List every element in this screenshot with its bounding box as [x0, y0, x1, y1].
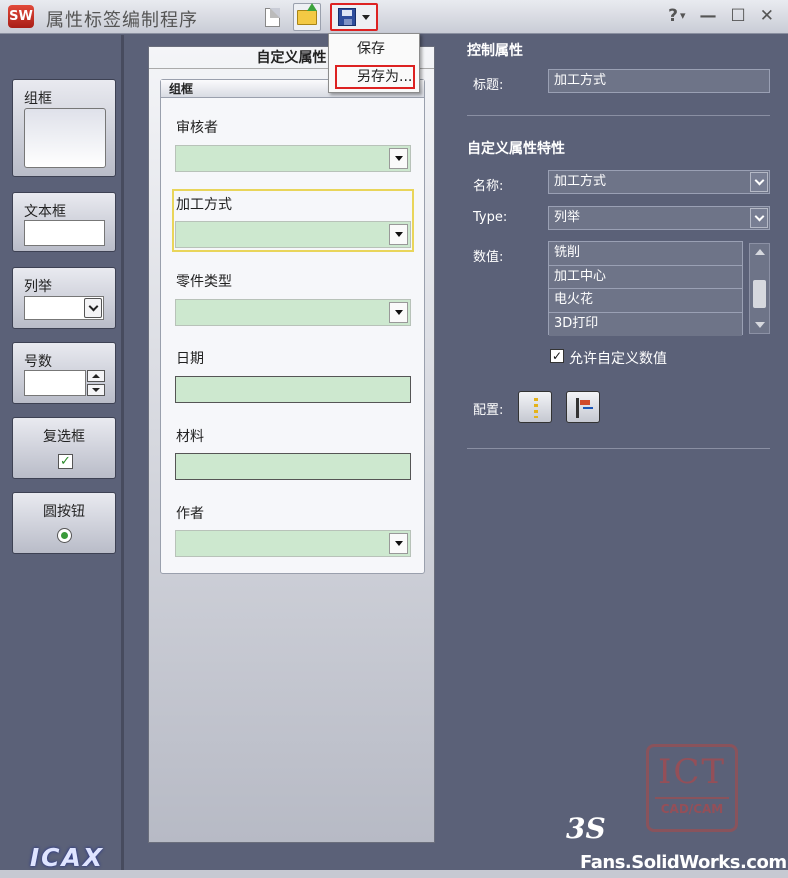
field-material-input[interactable] [175, 453, 411, 480]
custom-property-title: 自定义属性特性 [467, 141, 565, 157]
list-item[interactable]: 电火花 [549, 289, 742, 313]
scroll-down-icon[interactable] [755, 322, 765, 328]
values-list[interactable]: 铣削 加工中心 电火花 3D打印 [548, 241, 743, 336]
toolbox-groupbox[interactable]: 组框 [12, 79, 116, 177]
list-item[interactable]: 3D打印 [549, 312, 742, 336]
arrow-icon [583, 407, 593, 409]
ict-watermark: ICT CAD/CAM [646, 744, 738, 832]
config-label: 配置: [473, 403, 504, 418]
field-author-combo[interactable] [175, 530, 411, 557]
field-label-reviewer: 审核者 [176, 120, 218, 136]
toolbox-radio-label: 圆按钮 [43, 504, 85, 520]
toolbox-textbox-label: 文本框 [24, 204, 66, 220]
scroll-up-icon[interactable] [755, 249, 765, 255]
chevron-down-icon [394, 310, 403, 315]
solidworks-logo: 3S [566, 812, 606, 845]
config-vertical-button[interactable] [518, 391, 552, 423]
toolbox-checkbox[interactable]: 复选框 ✓ [12, 417, 116, 479]
toolbox-radio[interactable]: 圆按钮 [12, 492, 116, 554]
title-bar: SW 属性标签编制程序 ? ▾ — ☐ ✕ [0, 0, 788, 34]
field-label-date: 日期 [176, 351, 204, 367]
icax-logo: ICAX [8, 828, 126, 872]
control-properties-title: 控制属性 [467, 43, 523, 59]
help-button[interactable]: ? [668, 6, 678, 26]
field-label-author: 作者 [176, 506, 204, 522]
caption-input[interactable]: 加工方式 [548, 69, 770, 93]
open-button[interactable] [293, 2, 321, 31]
type-label: Type: [473, 210, 508, 225]
toolbox-textbox[interactable]: 文本框 [12, 192, 116, 252]
save-menu: 保存 另存为... [328, 33, 420, 93]
toolbox-enum-label: 列举 [24, 279, 52, 295]
app-logo-icon: SW [8, 5, 34, 28]
allow-custom-label: 允许自定义数值 [569, 351, 667, 367]
allow-custom-checkbox[interactable]: ✓ [550, 349, 564, 363]
number-preview-icon [24, 370, 86, 396]
new-document-icon [264, 7, 280, 27]
open-folder-icon [297, 2, 317, 25]
close-button[interactable]: ✕ [760, 6, 774, 26]
name-select-value: 加工方式 [554, 174, 607, 189]
values-scrollbar[interactable] [749, 243, 770, 334]
scroll-thumb[interactable] [753, 280, 766, 308]
chevron-down-icon [754, 175, 764, 185]
name-label: 名称: [473, 179, 504, 194]
toolbox-groupbox-label: 组框 [24, 91, 52, 107]
type-select[interactable]: 列举 [548, 206, 770, 230]
help-menu-chevron-icon[interactable]: ▾ [680, 9, 686, 26]
flag-pole-icon [576, 398, 579, 418]
new-document-button[interactable] [258, 3, 286, 31]
vertical-dots-icon [534, 398, 538, 418]
groupbox-preview-icon [24, 108, 106, 168]
type-select-value: 列举 [554, 210, 581, 225]
menu-item-save[interactable]: 保存 [335, 37, 415, 61]
toolbox-enum[interactable]: 列举 [12, 267, 116, 329]
field-part-type-combo[interactable] [175, 299, 411, 326]
list-item[interactable]: 加工中心 [549, 265, 742, 289]
radio-button-icon [57, 528, 72, 543]
menu-item-save-as[interactable]: 另存为... [335, 65, 415, 89]
toolbox-number-label: 号数 [24, 354, 52, 370]
list-item[interactable]: 铣削 [549, 242, 742, 266]
field-date-input[interactable] [175, 376, 411, 403]
field-label-material: 材料 [176, 429, 204, 445]
caption-label: 标题: [473, 78, 504, 93]
flag-icon [580, 400, 590, 405]
status-bar [0, 870, 788, 878]
field-reviewer-combo[interactable] [175, 145, 411, 172]
maximize-button[interactable]: ☐ [731, 6, 746, 26]
chevron-down-icon [394, 541, 403, 546]
values-label: 数值: [473, 250, 504, 265]
field-label-process: 加工方式 [176, 197, 232, 213]
divider [467, 115, 770, 116]
combo-preview-icon [24, 296, 104, 320]
field-process-combo[interactable] [175, 221, 411, 248]
chevron-down-icon [394, 232, 403, 237]
chevron-down-icon [394, 156, 403, 161]
name-select[interactable]: 加工方式 [548, 170, 770, 194]
config-link-button[interactable] [566, 391, 600, 423]
chevron-down-icon [754, 211, 764, 221]
minimize-button[interactable]: — [700, 6, 717, 26]
spinner-icon [87, 370, 105, 396]
ict-watermark-subtext: CAD/CAM [655, 797, 729, 819]
ict-watermark-text: ICT [657, 752, 727, 792]
design-canvas: 自定义属性 组框 审核者 加工方式 零件类型 日期 材料 作者 [127, 35, 457, 878]
toolbox-checkbox-label: 复选框 [43, 429, 85, 445]
groupbox-control[interactable]: 组框 审核者 加工方式 零件类型 日期 材料 作者 [160, 79, 425, 574]
app-title: 属性标签编制程序 [46, 10, 198, 31]
chevron-down-icon [362, 14, 370, 20]
window-controls: ? ▾ — ☐ ✕ [668, 6, 774, 26]
form-sheet: 自定义属性 组框 审核者 加工方式 零件类型 日期 材料 作者 [148, 46, 435, 843]
textbox-preview-icon [24, 220, 105, 246]
chevron-down-icon [88, 301, 98, 311]
checkbox-checked-icon: ✓ [58, 454, 73, 469]
field-label-part-type: 零件类型 [176, 274, 232, 290]
icax-logo-text: ICAX [29, 843, 105, 872]
control-toolbox: 组框 文本框 列举 号数 复选框 ✓ 圆按钮 ICAX [0, 35, 124, 878]
save-dropdown-button[interactable] [330, 3, 378, 31]
save-disk-icon [338, 8, 356, 26]
divider [467, 448, 770, 449]
toolbox-number[interactable]: 号数 [12, 342, 116, 404]
